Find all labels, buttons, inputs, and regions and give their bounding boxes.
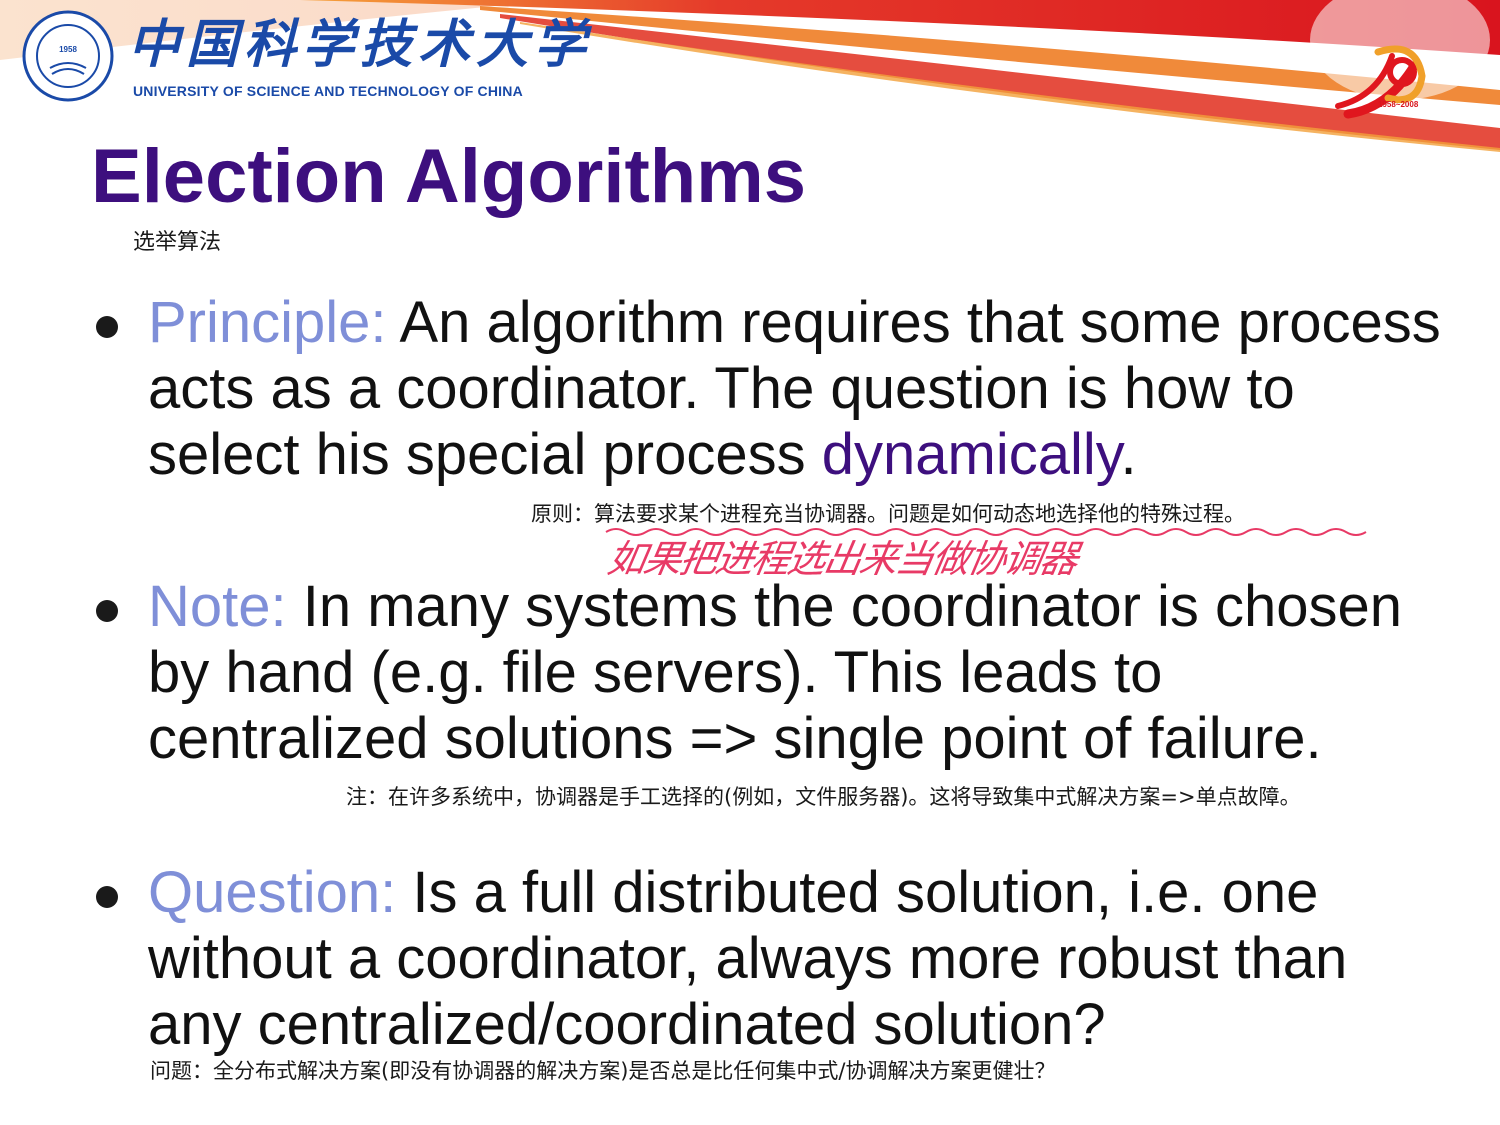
bullet-marker-note	[96, 600, 118, 622]
bullet-tail-principle: .	[1120, 422, 1137, 487]
bullet-note: Note: In many systems the coordinator is…	[148, 574, 1448, 772]
bullet-principle: Principle: An algorithm requires that so…	[148, 290, 1448, 488]
annotation-question-cn: 问题：全分布式解决方案(即没有协调器的解决方案)是否总是比任何集中式/协调解决方…	[150, 1059, 1056, 1083]
bullet-emph-dynamically: dynamically	[821, 422, 1121, 487]
slide: 1958 中国科学技术大学 UNIVERSITY OF SCIENCE AND …	[0, 0, 1500, 1125]
annotation-note-cn: 注：在许多系统中，协调器是手工选择的(例如，文件服务器)。这将导致集中式解决方案…	[346, 785, 1301, 809]
bullet-body-note: In many systems the coordinator is chose…	[148, 574, 1403, 771]
bullet-list: Principle: An algorithm requires that so…	[0, 0, 1500, 1125]
bullet-lead-principle: Principle:	[148, 290, 387, 355]
bullet-lead-note: Note:	[148, 574, 287, 639]
bullet-question: Question: Is a full distributed solution…	[148, 860, 1448, 1058]
bullet-marker-question	[96, 886, 118, 908]
bullet-marker-principle	[96, 316, 118, 338]
bullet-lead-question: Question:	[148, 860, 397, 925]
